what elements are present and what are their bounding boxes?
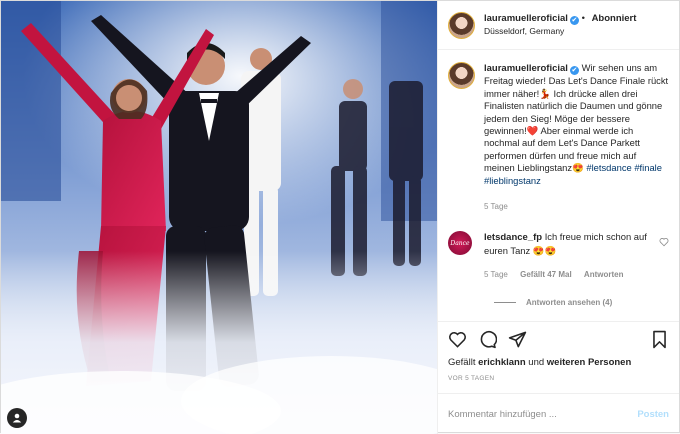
post-photo[interactable] <box>1 1 437 434</box>
view-replies-button[interactable]: Antworten ansehen (4) <box>494 298 669 307</box>
comment-icon[interactable] <box>478 330 497 349</box>
post-sidebar: lauramuelleroficial ✔ • Abonniert Düsseld… <box>437 1 679 434</box>
bookmark-icon[interactable] <box>650 330 669 349</box>
caption-avatar[interactable] <box>448 62 475 89</box>
heart-icon[interactable] <box>448 330 467 349</box>
author-avatar[interactable] <box>448 11 475 39</box>
post-location[interactable]: Düsseldorf, Germany <box>484 25 636 37</box>
add-comment-bar: Posten <box>438 393 679 434</box>
caption-age: 5 Tage <box>484 202 508 212</box>
letsdance-avatar[interactable]: Dance <box>448 231 472 256</box>
caption-username[interactable]: lauramuelleroficial <box>484 63 568 74</box>
post-timestamp[interactable]: VOR 5 TAGEN <box>438 369 679 382</box>
comment-username[interactable]: letsdance_fp <box>484 232 542 243</box>
comment-likes[interactable]: Gefällt 47 Mal <box>520 270 572 279</box>
replies-divider <box>494 301 516 303</box>
comment-row: Dance letsdance_fp Ich freue mich schon … <box>448 231 669 281</box>
verified-icon: ✔ <box>569 66 579 75</box>
comment-heart-icon[interactable] <box>659 237 669 247</box>
author-username[interactable]: lauramuelleroficial <box>484 13 568 24</box>
action-bar <box>438 321 679 357</box>
likes-summary: Gefällt erichklann und weiteren Personen <box>438 357 679 369</box>
letsdance-avatar-text: Dance <box>450 239 470 247</box>
post-header: lauramuelleroficial ✔ • Abonniert Düsseld… <box>438 1 679 50</box>
post-comment-button[interactable]: Posten <box>637 409 669 420</box>
caption-text: Wir sehen uns am Freitag wieder! Das Let… <box>484 62 669 174</box>
likes-user-link[interactable]: erichklann <box>478 357 526 368</box>
verified-icon: ✔ <box>569 16 579 25</box>
likes-others-link[interactable]: weiteren Personen <box>547 357 631 368</box>
dance-stage-photo <box>1 1 437 434</box>
user-tag-icon[interactable] <box>7 408 27 428</box>
comment-age: 5 Tage <box>484 270 508 280</box>
view-replies-label: Antworten ansehen (4) <box>526 297 613 307</box>
follow-status-button[interactable]: Abonniert <box>592 13 637 24</box>
likes-prefix: Gefällt <box>448 357 476 368</box>
likes-connector: und <box>528 357 545 368</box>
share-icon[interactable] <box>508 330 527 349</box>
instagram-post: lauramuelleroficial ✔ • Abonniert Düsseld… <box>0 0 680 434</box>
comment-reply-button[interactable]: Antworten <box>584 270 624 279</box>
header-separator: • <box>581 13 585 24</box>
comment-input[interactable] <box>448 408 638 420</box>
caption-comment: lauramuelleroficial ✔ Wir sehen uns am Fr… <box>448 62 669 213</box>
comments-section: lauramuelleroficial ✔ Wir sehen uns am Fr… <box>438 50 679 321</box>
